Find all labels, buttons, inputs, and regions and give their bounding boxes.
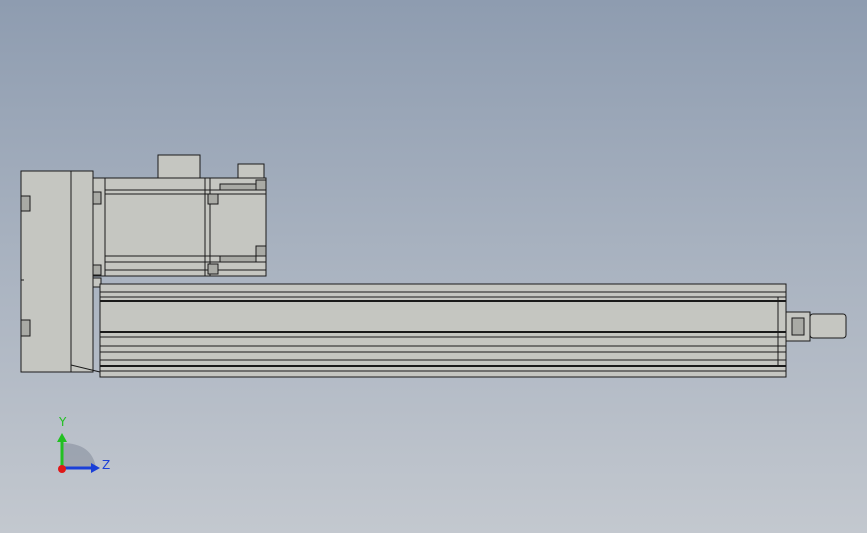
motor-connector-right[interactable] (237, 163, 265, 179)
y-axis-label: Y (58, 415, 67, 429)
y-axis-arrow-icon (57, 433, 67, 442)
end-housing[interactable] (20, 170, 101, 373)
piston-rod[interactable] (809, 313, 847, 339)
motor-connector-left[interactable] (157, 154, 201, 179)
rod-nut[interactable] (785, 311, 811, 342)
axis-triad: Y Z (57, 415, 110, 473)
graphics-viewport[interactable]: Y Z (0, 0, 867, 533)
z-axis-label: Z (102, 458, 110, 472)
coupling-plate[interactable] (92, 177, 106, 277)
z-axis-arrow-icon (91, 463, 100, 473)
actuator-model[interactable] (0, 0, 867, 533)
actuator-rail[interactable] (92, 277, 787, 378)
x-axis-dot-icon (58, 465, 66, 473)
servo-motor[interactable] (104, 177, 267, 277)
triad-plane (62, 443, 96, 468)
